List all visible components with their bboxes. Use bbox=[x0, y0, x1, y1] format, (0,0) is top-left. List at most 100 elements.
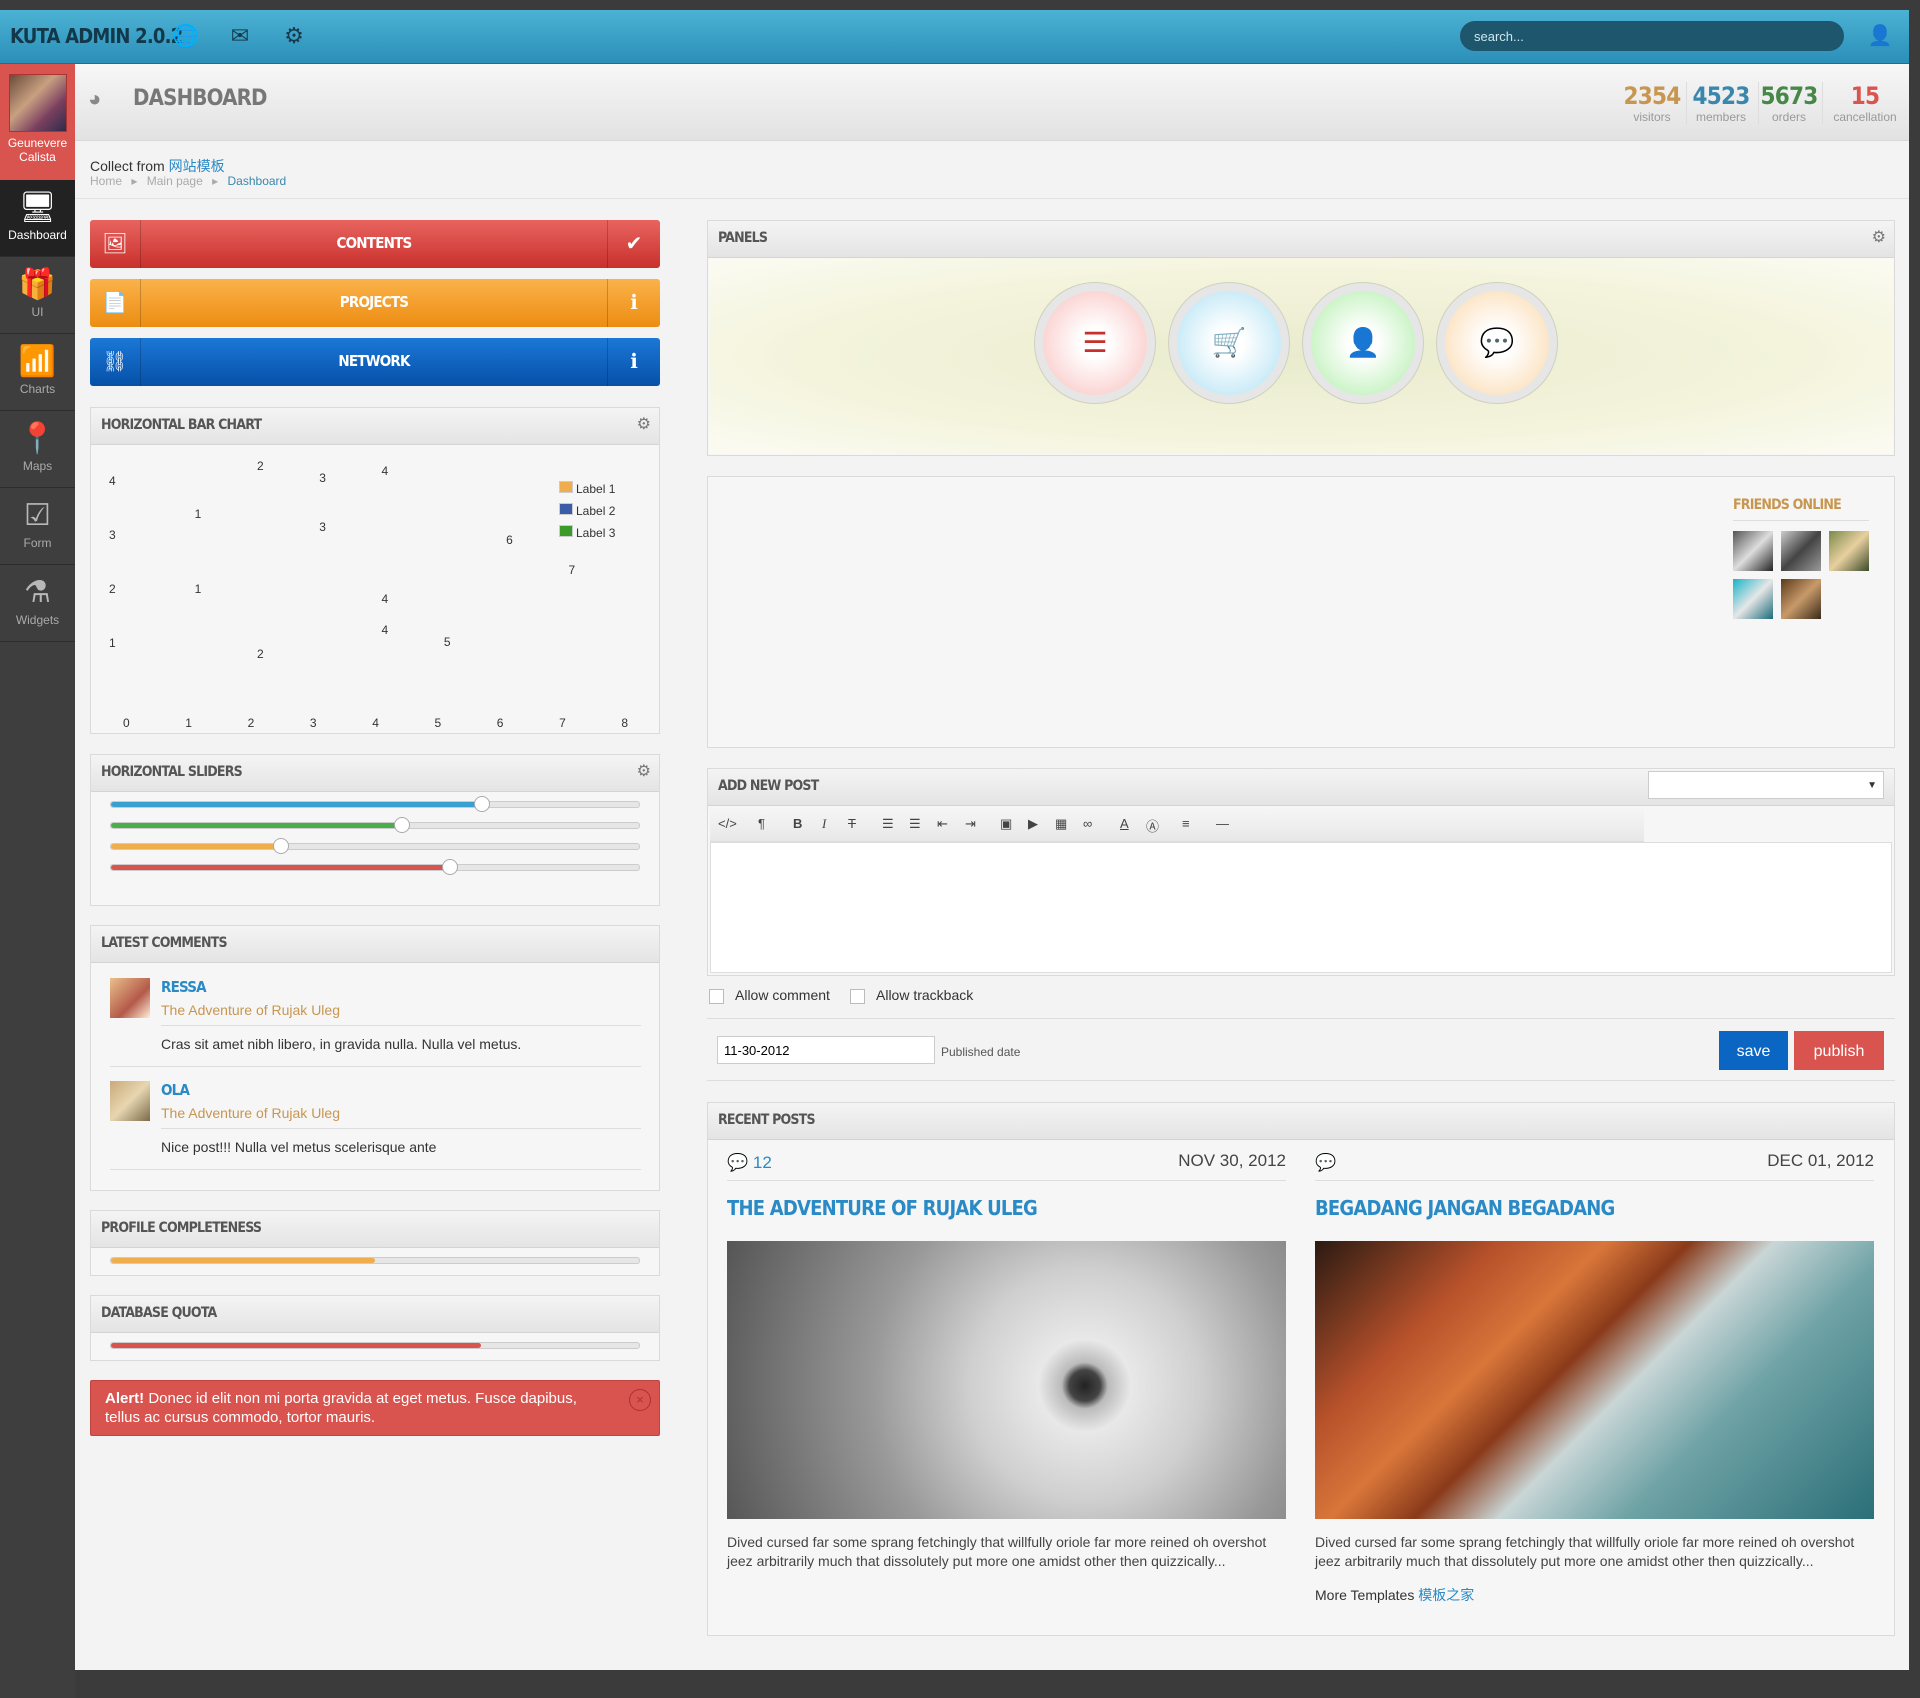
stat-label: cancellation bbox=[1833, 110, 1897, 124]
mail-icon[interactable]: ✉ bbox=[226, 22, 254, 50]
friend-avatar[interactable] bbox=[1781, 579, 1821, 619]
html-icon[interactable]: </> bbox=[718, 816, 737, 831]
slider-handle[interactable] bbox=[272, 838, 289, 854]
breadcrumb-main[interactable]: Main page bbox=[147, 174, 203, 188]
gear-icon[interactable]: ⚙ bbox=[637, 761, 651, 781]
allow-trackback-checkbox[interactable] bbox=[850, 989, 865, 1004]
contents-button[interactable]: 🖼 CONTENTS ✔ bbox=[90, 220, 660, 268]
panel-header: DATABASE QUOTA bbox=[91, 1296, 659, 1333]
picture-icon: 🖼 bbox=[90, 220, 141, 268]
stat-visitors: 2354 visitors bbox=[1622, 82, 1682, 124]
published-date-input[interactable] bbox=[717, 1036, 935, 1064]
data-label: 4 bbox=[381, 622, 389, 637]
panel-header: LATEST COMMENTS bbox=[91, 926, 659, 963]
alert-text: Donec id elit non mi porta gravida at eg… bbox=[105, 1390, 577, 1426]
data-label: 1 bbox=[194, 507, 202, 522]
stat-label: orders bbox=[1771, 110, 1806, 124]
legend-label: Label 3 bbox=[576, 526, 616, 540]
close-icon[interactable]: × bbox=[629, 1389, 651, 1411]
gear-icon[interactable]: ⚙ bbox=[280, 22, 308, 50]
projects-button[interactable]: 📄 PROJECTS ℹ bbox=[90, 279, 660, 327]
paragraph-icon[interactable]: ¶ bbox=[758, 816, 765, 831]
numbered-list-icon[interactable]: ☰ bbox=[909, 816, 921, 832]
breadcrumb-home[interactable]: Home bbox=[90, 174, 122, 188]
friend-avatar[interactable] bbox=[1829, 531, 1869, 571]
progress-fill bbox=[111, 1343, 481, 1348]
font-color-icon[interactable]: A bbox=[1120, 816, 1129, 831]
search-input[interactable] bbox=[1460, 21, 1844, 51]
nav-item-widgets[interactable]: ⚗ Widgets bbox=[0, 565, 75, 642]
nav-item-maps[interactable]: 📍 Maps bbox=[0, 411, 75, 488]
image-icon[interactable]: ▣ bbox=[1000, 816, 1012, 832]
background-color-icon[interactable]: Ⓐ bbox=[1146, 816, 1159, 835]
panel-header: RECENT POSTS bbox=[708, 1103, 1894, 1140]
italic-icon[interactable]: I bbox=[822, 816, 826, 832]
divider bbox=[75, 198, 1909, 199]
nav-item-charts[interactable]: 📶 Charts bbox=[0, 334, 75, 411]
save-button[interactable]: save bbox=[1719, 1031, 1788, 1070]
panel-header: PROFILE COMPLETENESS bbox=[91, 1211, 659, 1248]
top-bar: KUTA ADMIN 2.0.2 🌐 ✉ ⚙ 👤 bbox=[0, 10, 1909, 64]
legend: Label 1 Label 2 Label 3 bbox=[559, 478, 615, 544]
allow-comment-label: Allow comment bbox=[735, 987, 830, 1003]
stat-value: 5673 bbox=[1760, 82, 1819, 110]
editor-body[interactable] bbox=[710, 842, 1892, 973]
divider bbox=[161, 1128, 641, 1129]
comment-author[interactable]: OLA bbox=[161, 1081, 190, 1099]
slider-handle[interactable] bbox=[473, 796, 490, 812]
allow-comment-checkbox[interactable] bbox=[709, 989, 724, 1004]
post-image-eye[interactable] bbox=[727, 1241, 1286, 1519]
user-icon[interactable]: 👤 bbox=[1866, 22, 1894, 50]
indent-icon[interactable]: ⇥ bbox=[965, 816, 976, 832]
post-date: DEC 01, 2012 bbox=[1767, 1151, 1874, 1170]
horizontal-slider[interactable] bbox=[110, 817, 640, 833]
legend-label: Label 1 bbox=[576, 482, 616, 496]
slider-handle[interactable] bbox=[394, 817, 411, 833]
more-templates-link[interactable]: 模板之家 bbox=[1418, 1587, 1474, 1603]
panel-circle-cart[interactable]: 🛒 bbox=[1168, 282, 1290, 404]
bold-icon[interactable]: B bbox=[793, 816, 802, 831]
align-icon[interactable]: ≡ bbox=[1182, 816, 1190, 831]
data-label: 6 bbox=[506, 533, 513, 548]
outdent-icon[interactable]: ⇤ bbox=[937, 816, 948, 832]
panel-circle-chat[interactable]: 💬 bbox=[1436, 282, 1558, 404]
panel-circle-list[interactable]: ☰ bbox=[1034, 282, 1156, 404]
post-title[interactable]: BEGADANG JANGAN BEGADANG bbox=[1315, 1196, 1615, 1220]
horizontal-rule-icon[interactable]: — bbox=[1216, 816, 1229, 831]
comment-post[interactable]: The Adventure of Rujak Uleg bbox=[161, 1002, 340, 1018]
post-title[interactable]: THE ADVENTURE OF RUJAK ULEG bbox=[727, 1196, 1038, 1220]
nav-item-dashboard[interactable]: 🖥 Dashboard bbox=[0, 180, 75, 257]
alert-strong: Alert! bbox=[105, 1390, 145, 1407]
format-select[interactable]: ▼ bbox=[1648, 771, 1884, 799]
network-button[interactable]: ⛓ NETWORK ℹ bbox=[90, 338, 660, 386]
y-tick-label: 3 bbox=[109, 528, 116, 542]
comment-author[interactable]: RESSA bbox=[161, 978, 207, 996]
friend-avatar[interactable] bbox=[1733, 579, 1773, 619]
nav-item-ui[interactable]: 🎁 UI bbox=[0, 257, 75, 334]
gear-icon[interactable]: ⚙ bbox=[637, 414, 651, 434]
bullet-list-icon[interactable]: ☰ bbox=[882, 816, 894, 832]
friend-avatar[interactable] bbox=[1733, 531, 1773, 571]
video-icon[interactable]: ▶ bbox=[1028, 816, 1038, 832]
table-icon[interactable]: ▦ bbox=[1055, 816, 1067, 832]
collect-link[interactable]: 网站模板 bbox=[169, 158, 225, 174]
comment-post[interactable]: The Adventure of Rujak Uleg bbox=[161, 1105, 340, 1121]
publish-button[interactable]: publish bbox=[1794, 1031, 1884, 1070]
y-tick-label: 1 bbox=[109, 636, 116, 650]
globe-icon[interactable]: 🌐 bbox=[172, 22, 200, 50]
user-card[interactable]: Geunevere Calista bbox=[0, 64, 75, 180]
horizontal-slider[interactable] bbox=[110, 859, 640, 875]
slider-handle[interactable] bbox=[441, 859, 458, 875]
link-icon[interactable]: ∞ bbox=[1083, 816, 1092, 831]
panel-circle-user[interactable]: 👤 bbox=[1302, 282, 1424, 404]
strike-icon[interactable]: T bbox=[848, 816, 856, 831]
horizontal-slider[interactable] bbox=[110, 796, 640, 812]
stat-value: 4523 bbox=[1692, 82, 1751, 110]
divider bbox=[110, 1066, 641, 1067]
post-image-coast[interactable] bbox=[1315, 1241, 1874, 1519]
gear-icon[interactable]: ⚙ bbox=[1872, 227, 1886, 247]
projects-label: PROJECTS bbox=[339, 293, 409, 311]
friend-avatar[interactable] bbox=[1781, 531, 1821, 571]
nav-item-form[interactable]: ☑ Form bbox=[0, 488, 75, 565]
horizontal-slider[interactable] bbox=[110, 838, 640, 854]
